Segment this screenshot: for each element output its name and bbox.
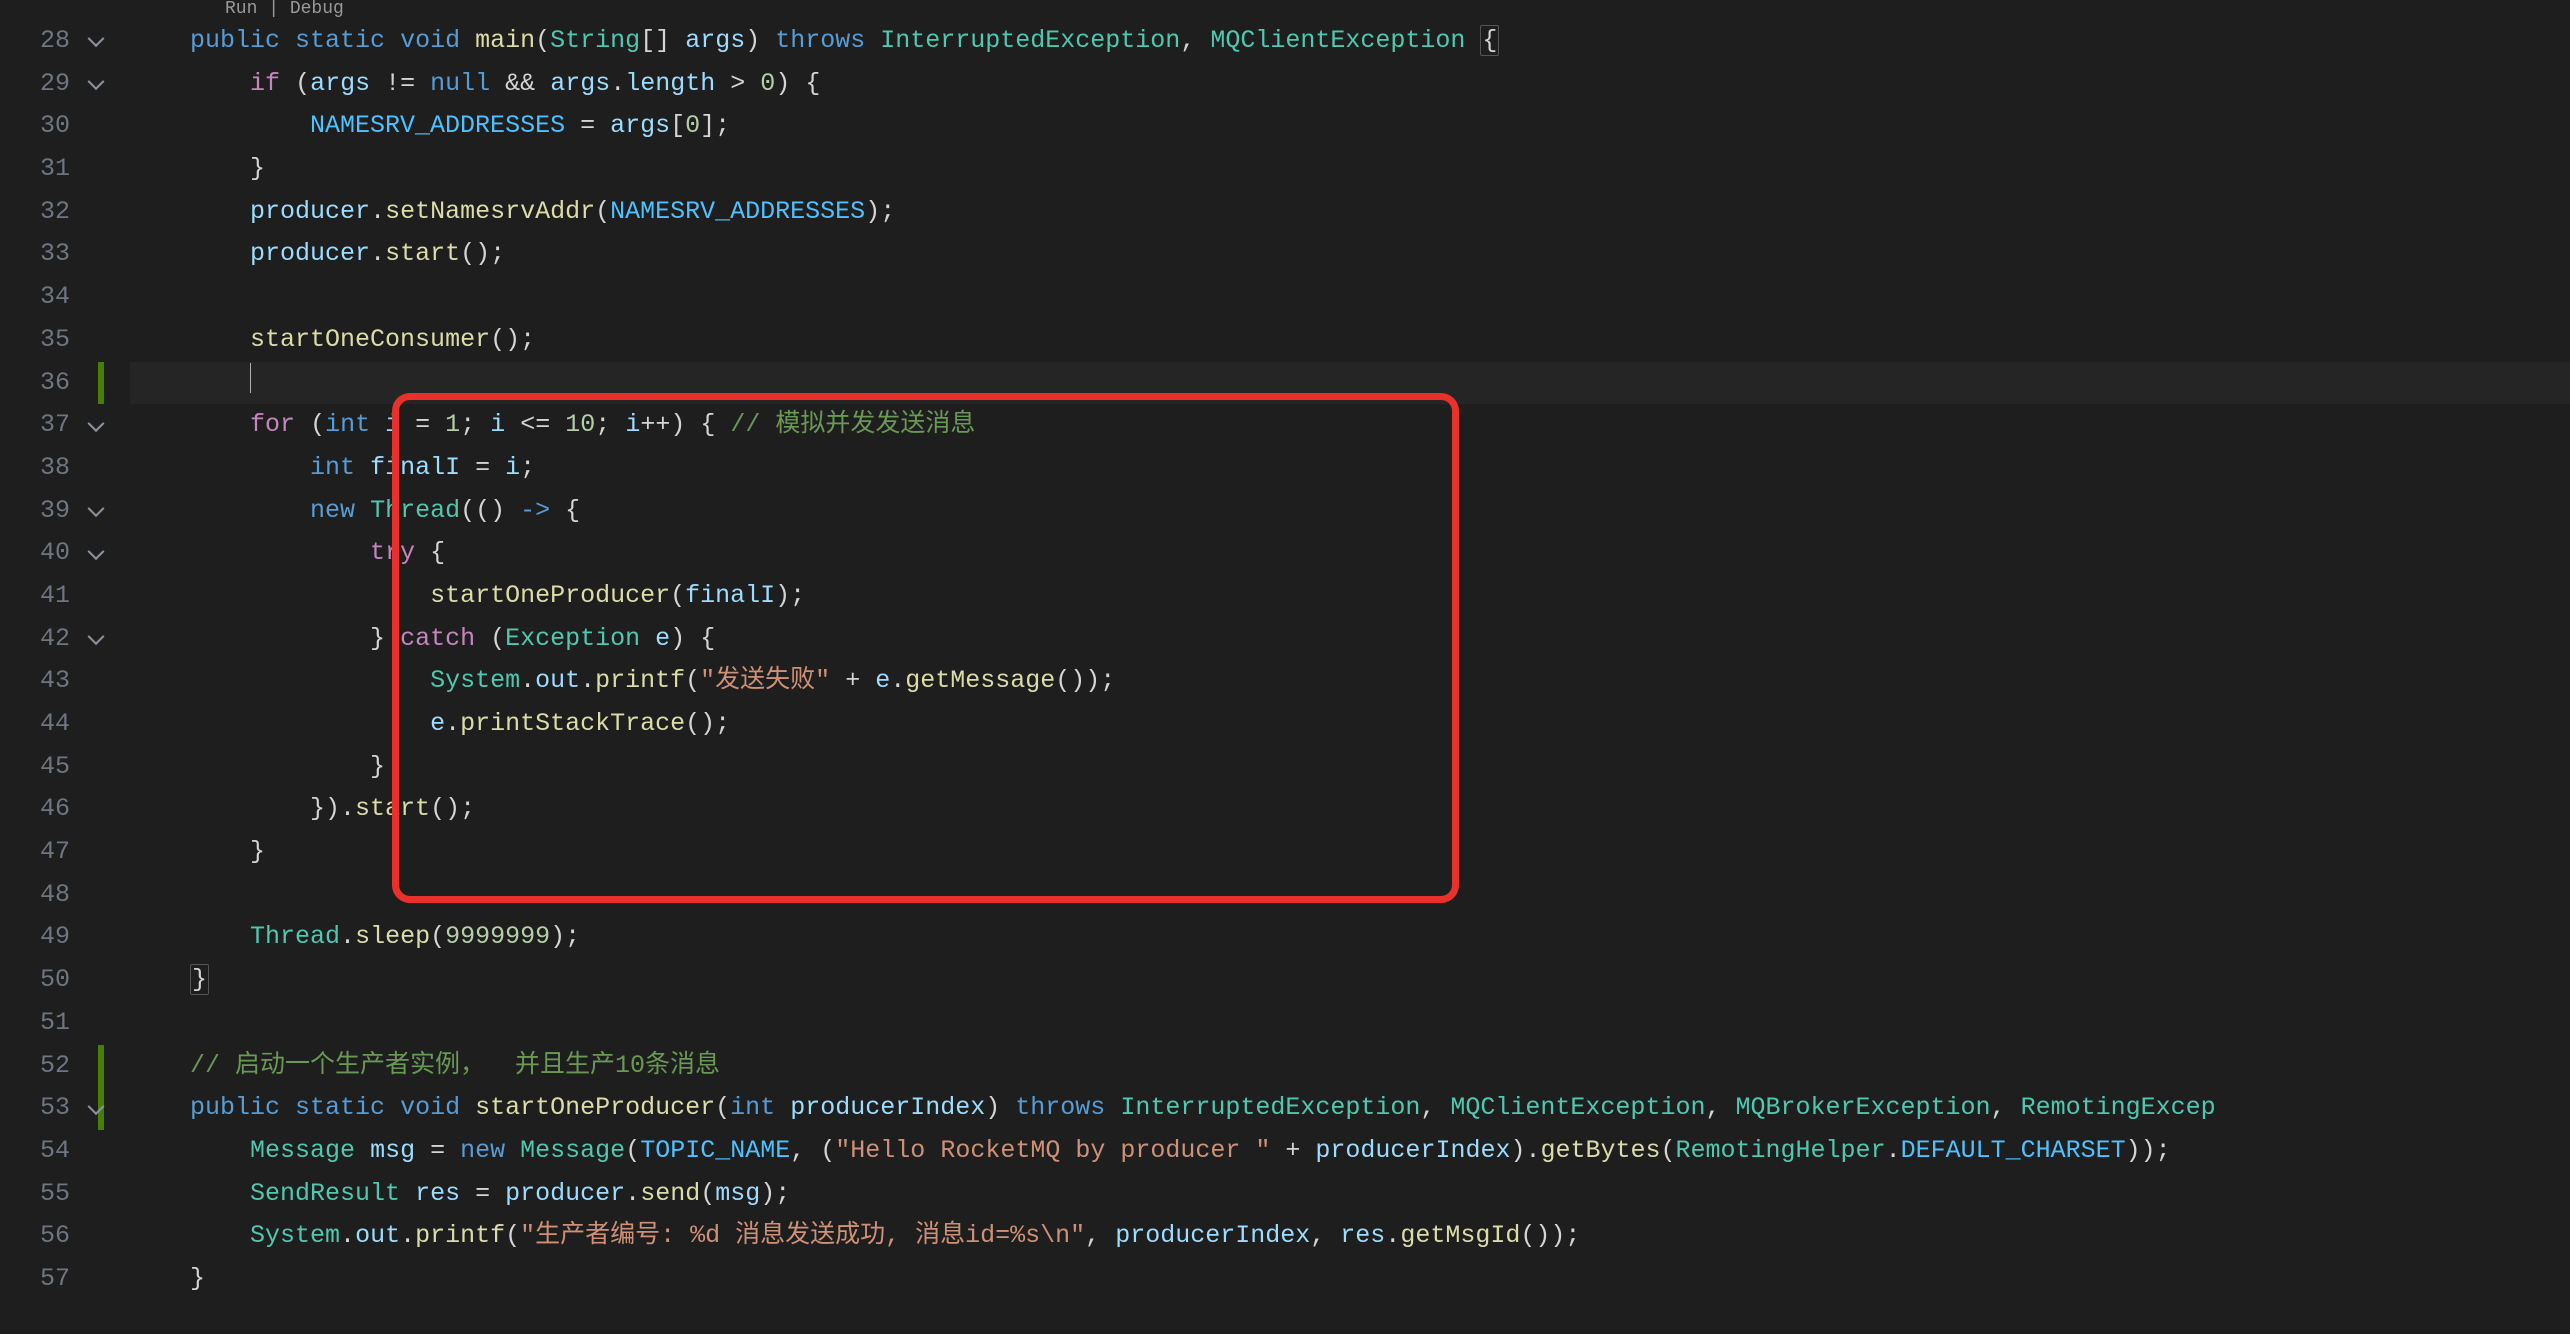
code-line[interactable]: }).start(); xyxy=(130,788,2570,831)
code-line[interactable]: } xyxy=(130,959,2570,1002)
line-number: 53 xyxy=(0,1087,110,1130)
line-number: 51 xyxy=(0,1002,110,1045)
text-cursor xyxy=(250,363,251,393)
code-line[interactable] xyxy=(130,874,2570,917)
code-line[interactable]: new Thread(() -> { xyxy=(130,490,2570,533)
code-line[interactable]: startOneProducer(finalI); xyxy=(130,575,2570,618)
line-number: 33 xyxy=(0,233,110,276)
code-line-current[interactable] xyxy=(130,362,2570,405)
code-content-area[interactable]: Run | Debug public static void main(Stri… xyxy=(110,0,2570,1334)
code-line[interactable]: Message msg = new Message(TOPIC_NAME, ("… xyxy=(130,1130,2570,1173)
line-number: 40 xyxy=(0,532,110,575)
code-line[interactable]: System.out.printf("生产者编号: %d 消息发送成功, 消息i… xyxy=(130,1215,2570,1258)
code-line[interactable]: try { xyxy=(130,532,2570,575)
code-line[interactable]: e.printStackTrace(); xyxy=(130,703,2570,746)
line-number: 48 xyxy=(0,874,110,917)
line-number: 55 xyxy=(0,1173,110,1216)
code-line[interactable]: producer.setNamesrvAddr(NAMESRV_ADDRESSE… xyxy=(130,191,2570,234)
line-number: 54 xyxy=(0,1130,110,1173)
line-number: 32 xyxy=(0,191,110,234)
code-line[interactable]: } xyxy=(130,148,2570,191)
line-number: 49 xyxy=(0,916,110,959)
line-number: 37 xyxy=(0,404,110,447)
line-number: 52 xyxy=(0,1045,110,1088)
line-number: 57 xyxy=(0,1258,110,1301)
codelens-run[interactable]: Run xyxy=(225,0,257,19)
line-number: 50 xyxy=(0,959,110,1002)
line-number: 36 xyxy=(0,362,110,405)
line-number: 56 xyxy=(0,1215,110,1258)
line-number: 38 xyxy=(0,447,110,490)
line-number: 47 xyxy=(0,831,110,874)
code-line[interactable]: producer.start(); xyxy=(130,233,2570,276)
code-line[interactable]: if (args != null && args.length > 0) { xyxy=(130,63,2570,106)
code-line[interactable]: public static void main(String[] args) t… xyxy=(130,20,2570,63)
code-line[interactable] xyxy=(130,1002,2570,1045)
code-line[interactable]: } xyxy=(130,746,2570,789)
code-line[interactable]: int finalI = i; xyxy=(130,447,2570,490)
line-number: 45 xyxy=(0,746,110,789)
code-line[interactable]: // 启动一个生产者实例， 并且生产10条消息 xyxy=(130,1045,2570,1088)
line-number: 31 xyxy=(0,148,110,191)
code-line[interactable]: System.out.printf("发送失败" + e.getMessage(… xyxy=(130,660,2570,703)
code-line[interactable]: SendResult res = producer.send(msg); xyxy=(130,1173,2570,1216)
codelens: Run | Debug xyxy=(130,0,2570,18)
code-line[interactable]: NAMESRV_ADDRESSES = args[0]; xyxy=(130,105,2570,148)
code-line[interactable]: for (int i = 1; i <= 10; i++) { // 模拟并发发… xyxy=(130,404,2570,447)
code-line[interactable]: Thread.sleep(9999999); xyxy=(130,916,2570,959)
code-line[interactable]: public static void startOneProducer(int … xyxy=(130,1087,2570,1130)
code-line[interactable]: } xyxy=(130,831,2570,874)
code-line[interactable]: } xyxy=(130,1258,2570,1301)
line-number: 28 xyxy=(0,20,110,63)
code-editor: 2829303132333435363738394041424344454647… xyxy=(0,0,2570,1334)
line-number: 43 xyxy=(0,660,110,703)
line-number: 34 xyxy=(0,276,110,319)
line-number: 44 xyxy=(0,703,110,746)
line-number: 41 xyxy=(0,575,110,618)
line-number: 35 xyxy=(0,319,110,362)
line-number: 30 xyxy=(0,105,110,148)
codelens-debug[interactable]: Debug xyxy=(290,0,344,19)
code-line[interactable]: } catch (Exception e) { xyxy=(130,618,2570,661)
code-line[interactable] xyxy=(130,276,2570,319)
line-number: 42 xyxy=(0,618,110,661)
line-number: 46 xyxy=(0,788,110,831)
line-number-gutter: 2829303132333435363738394041424344454647… xyxy=(0,0,110,1334)
line-number: 29 xyxy=(0,63,110,106)
line-number: 39 xyxy=(0,490,110,533)
code-line[interactable]: startOneConsumer(); xyxy=(130,319,2570,362)
